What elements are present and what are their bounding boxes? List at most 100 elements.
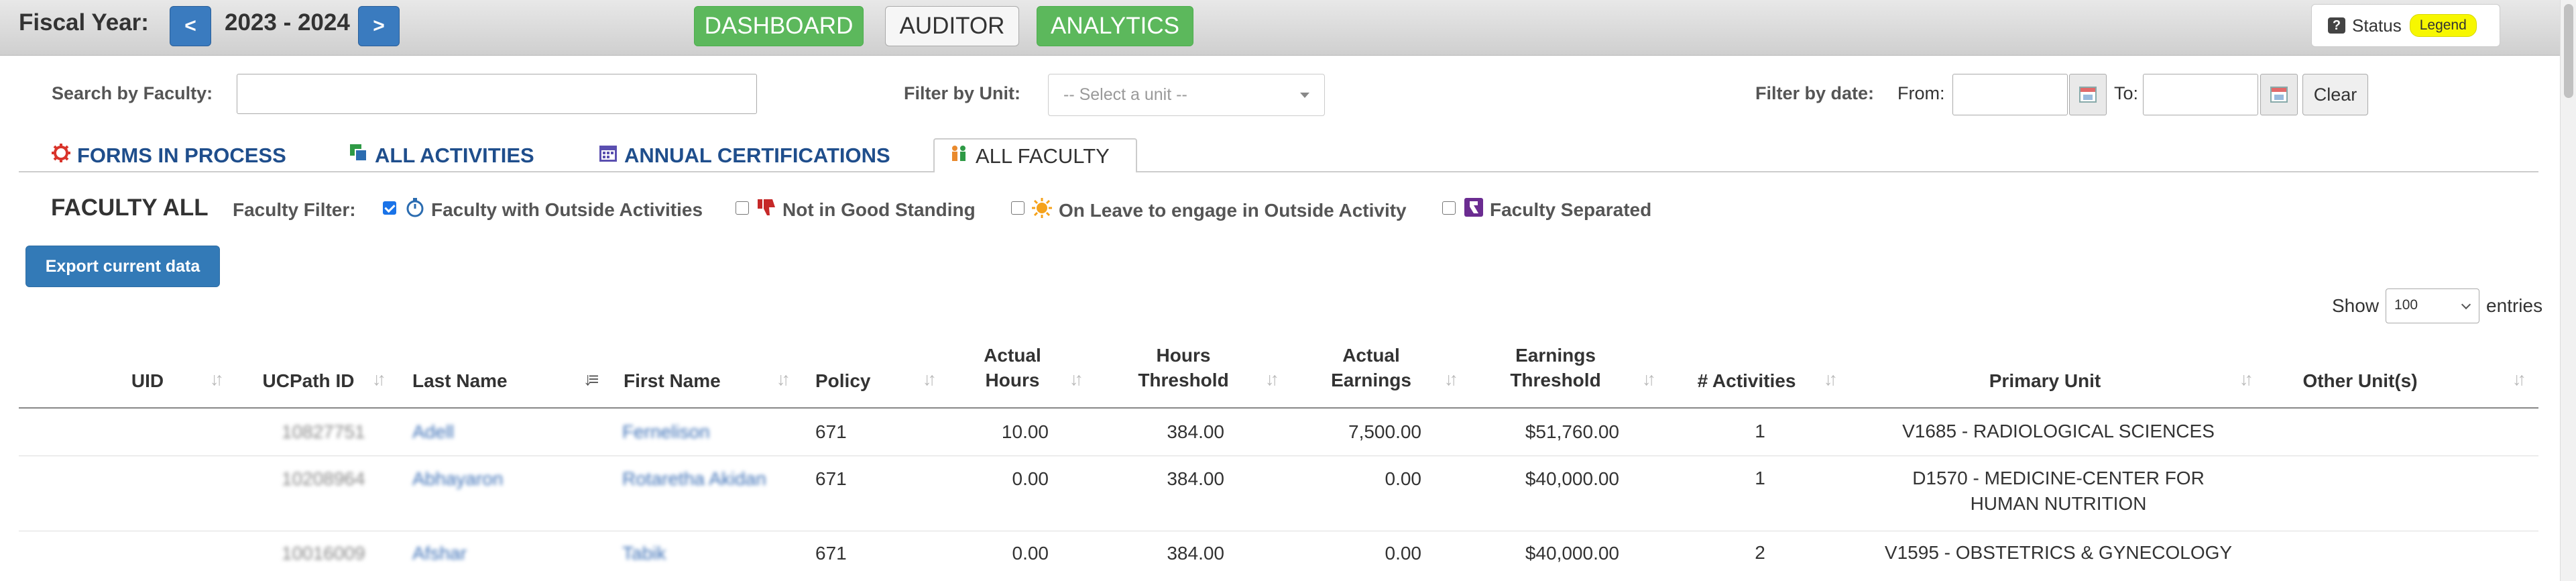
primary-unit-cell: D1570 - MEDICINE-CENTER FOR HUMAN NUTRIT…: [1912, 468, 2205, 514]
calendar-icon: [598, 143, 618, 168]
first-name-link[interactable]: Tabik: [622, 543, 666, 564]
header-activities[interactable]: # Activities: [1690, 368, 1804, 393]
top-bar: Fiscal Year: < 2023 - 2024 > DASHBOARD A…: [0, 0, 2576, 56]
to-date-input[interactable]: [2143, 74, 2258, 115]
tab-forms-in-process[interactable]: FORMS IN PROCESS: [51, 143, 286, 168]
analytics-button[interactable]: ANALYTICS: [1037, 6, 1193, 46]
header-line: Earnings: [1515, 345, 1596, 366]
first-name-link[interactable]: Fernelison: [622, 421, 710, 443]
primary-unit-cell: V1685 - RADIOLOGICAL SCIENCES: [1902, 421, 2215, 441]
policy-cell: 671: [815, 421, 847, 442]
header-first-name[interactable]: First Name: [624, 368, 758, 393]
first-name-link[interactable]: Rotaretha Akidan: [622, 468, 766, 490]
status-legend-box[interactable]: ? Status Legend: [2311, 4, 2500, 47]
sort-icon[interactable]: ↓↑: [2239, 369, 2253, 390]
policy-cell: 671: [815, 468, 847, 489]
tab-all-faculty[interactable]: ALL FACULTY: [933, 138, 1137, 172]
header-last-name[interactable]: Last Name: [412, 368, 546, 393]
activities-cell: 1: [1755, 468, 1765, 488]
on-leave-option[interactable]: On Leave to engage in Outside Activity: [1031, 197, 1407, 223]
header-uid[interactable]: UID: [114, 368, 181, 393]
search-faculty-label: Search by Faculty:: [52, 83, 213, 103]
on-leave-checkbox[interactable]: [1011, 201, 1024, 215]
sort-icon[interactable]: ↓↑: [1069, 369, 1084, 390]
unit-select[interactable]: -- Select a unit --: [1048, 74, 1325, 116]
ucpath-cell: 10208964: [282, 468, 365, 489]
header-line: Actual: [984, 345, 1041, 366]
to-label: To:: [2114, 83, 2139, 103]
last-name-link[interactable]: Afshar: [412, 543, 467, 564]
auditor-button[interactable]: AUDITOR: [885, 6, 1019, 46]
to-calendar-button[interactable]: [2260, 74, 2298, 115]
header-earnings-threshold[interactable]: Earnings Threshold: [1505, 343, 1606, 392]
calendar-icon: [2270, 87, 2288, 103]
table-header-divider: [19, 407, 2538, 409]
faculty-filter-label: Faculty Filter:: [233, 199, 356, 220]
not-good-standing-option[interactable]: Not in Good Standing: [756, 197, 976, 222]
fiscal-year-value: 2023 - 2024: [225, 9, 350, 36]
header-line: Threshold: [1510, 370, 1601, 390]
dropdown-arrow-icon: [1300, 93, 1309, 98]
question-icon: ?: [2328, 17, 2345, 34]
vertical-scrollbar[interactable]: [2560, 0, 2576, 581]
sort-icon[interactable]: ↓↑: [2512, 369, 2526, 390]
activities-cell: 2: [1755, 542, 1765, 563]
earnings-threshold-cell: $40,000.00: [1525, 468, 1619, 489]
header-policy[interactable]: Policy: [815, 368, 896, 393]
thumbs-down-icon: [756, 197, 776, 222]
outside-activities-checkbox[interactable]: [383, 201, 396, 215]
dashboard-button[interactable]: DASHBOARD: [694, 6, 864, 46]
search-faculty-input[interactable]: [237, 74, 757, 114]
sort-icon[interactable]: ↓↑: [210, 369, 224, 390]
gear-icon: [51, 143, 71, 168]
header-other-units[interactable]: Other Unit(s): [2280, 368, 2441, 393]
from-calendar-button[interactable]: [2069, 74, 2107, 115]
sort-icon[interactable]: ↓↑: [776, 369, 791, 390]
hours-threshold-cell: 384.00: [1167, 421, 1224, 442]
tab-annual-certifications[interactable]: ANNUAL CERTIFICATIONS: [598, 143, 890, 168]
sort-icon[interactable]: ↓↑: [1824, 369, 1838, 390]
last-name-link[interactable]: Adell: [412, 421, 454, 443]
policy-cell: 671: [815, 543, 847, 564]
sort-ascending-icon[interactable]: ↓≡: [583, 369, 599, 390]
sort-icon[interactable]: ↓↑: [923, 369, 937, 390]
sort-icon[interactable]: ↓↑: [1642, 369, 1656, 390]
header-primary-unit[interactable]: Primary Unit: [1944, 368, 2146, 393]
outside-activities-option[interactable]: Faculty with Outside Activities: [405, 197, 703, 222]
last-name-link[interactable]: Abhayaron: [412, 468, 503, 490]
page: Fiscal Year: < 2023 - 2024 > DASHBOARD A…: [0, 0, 2576, 581]
sort-icon[interactable]: ↓↑: [1444, 369, 1458, 390]
scrollbar-thumb[interactable]: [2564, 4, 2573, 98]
actual-earnings-cell: 7,500.00: [1348, 421, 1421, 442]
sort-icon[interactable]: ↓↑: [1265, 369, 1279, 390]
faculty-separated-option[interactable]: Faculty Separated: [1464, 197, 1651, 222]
header-actual-hours[interactable]: Actual Hours: [965, 343, 1059, 392]
export-data-button[interactable]: Export current data: [25, 246, 220, 287]
clear-button[interactable]: Clear: [2302, 74, 2368, 115]
faculty-separated-checkbox[interactable]: [1442, 201, 1456, 215]
people-icon: [949, 144, 970, 169]
legend-badge[interactable]: Legend: [2409, 14, 2477, 37]
previous-year-button[interactable]: <: [170, 6, 211, 46]
next-year-button[interactable]: >: [358, 6, 400, 46]
earnings-threshold-cell: $51,760.00: [1525, 421, 1619, 442]
entries-value: 100: [2394, 297, 2418, 313]
header-hours-threshold[interactable]: Hours Threshold: [1133, 343, 1234, 392]
tab-label: ANNUAL CERTIFICATIONS: [624, 144, 890, 167]
header-ucpath-id[interactable]: UCPath ID: [255, 368, 362, 393]
sort-icon[interactable]: ↓↑: [372, 369, 386, 390]
tab-label: ALL FACULTY: [976, 144, 1110, 168]
header-line: Threshold: [1138, 370, 1229, 390]
activities-cell: 1: [1755, 421, 1765, 441]
actual-hours-cell: 0.00: [1012, 468, 1049, 489]
fiscal-year-label: Fiscal Year:: [19, 9, 149, 36]
not-good-standing-checkbox[interactable]: [736, 201, 749, 215]
hours-threshold-cell: 384.00: [1167, 468, 1224, 489]
entries-select[interactable]: 100: [2386, 288, 2480, 323]
from-date-input[interactable]: [1952, 74, 2068, 115]
header-actual-earnings[interactable]: Actual Earnings: [1321, 343, 1421, 392]
tab-all-activities[interactable]: ALL ACTIVITIES: [349, 143, 534, 168]
tab-label: FORMS IN PROCESS: [77, 144, 286, 167]
copy-icon: [349, 143, 369, 168]
ucpath-cell: 10827751: [282, 421, 365, 442]
